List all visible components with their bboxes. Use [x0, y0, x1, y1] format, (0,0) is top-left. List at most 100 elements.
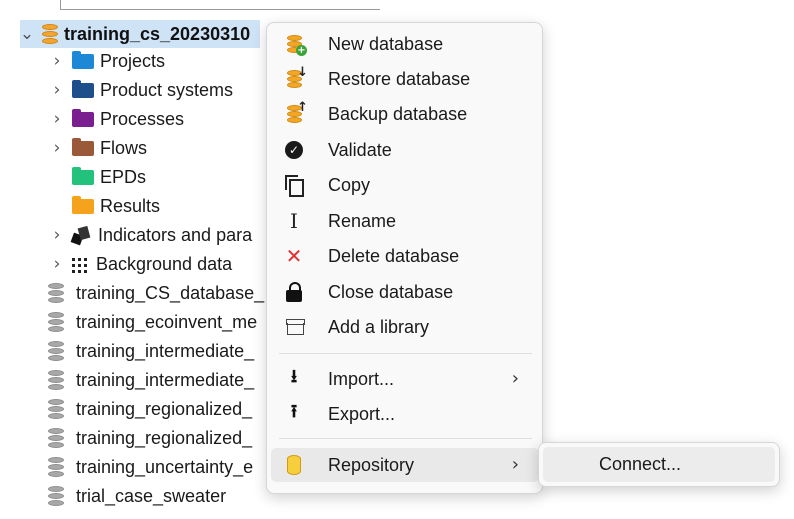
menu-item-label: Restore database — [328, 68, 471, 89]
menu-item-connect[interactable]: Connect... — [543, 447, 775, 482]
database-icon — [48, 428, 64, 448]
database-icon — [42, 24, 58, 44]
folder-icon — [72, 137, 94, 156]
tree-item-label: Processes — [100, 108, 185, 129]
tree-item-database[interactable]: training_intermediate_ — [46, 366, 254, 394]
menu-item-label: Connect... — [599, 454, 682, 474]
menu-item-restore-database[interactable]: ↓ Restore database — [271, 62, 539, 96]
check-circle-icon: ✓ — [283, 139, 305, 161]
menu-item-label: Import... — [328, 368, 395, 389]
archive-icon — [283, 316, 305, 338]
menu-item-label: Delete database — [328, 245, 460, 266]
copy-icon — [283, 174, 305, 197]
chevron-right-icon[interactable]: › — [50, 76, 64, 104]
tree-item-database[interactable]: training_CS_database_ — [46, 279, 264, 307]
database-icon — [48, 312, 64, 332]
database-icon — [48, 457, 64, 477]
tree-item-label: trial_case_sweater — [76, 485, 227, 506]
menu-item-close-database[interactable]: Close database — [271, 275, 539, 309]
tree-item-results[interactable]: Results — [64, 192, 160, 220]
menu-item-delete-database[interactable]: ✕ Delete database — [271, 239, 539, 273]
database-icon — [48, 399, 64, 419]
database-icon — [48, 283, 64, 303]
tree-item-database[interactable]: training_uncertainty_e — [46, 453, 253, 481]
chevron-right-icon[interactable]: › — [50, 134, 64, 162]
menu-item-label: Repository — [328, 454, 415, 475]
tree-item-label: training_CS_database_ — [76, 282, 265, 303]
folder-icon — [72, 166, 94, 185]
tree-item-label: Results — [100, 195, 161, 216]
tree-item-label: Product systems — [100, 79, 234, 100]
menu-item-add-library[interactable]: Add a library — [271, 310, 539, 344]
menu-item-new-database[interactable]: + New database — [271, 27, 539, 61]
context-menu: + New database ↓ Restore database ↑ Back… — [266, 22, 543, 494]
chevron-right-icon[interactable]: › — [50, 47, 64, 75]
tree-item-label: EPDs — [100, 166, 147, 187]
folder-icon — [72, 108, 94, 127]
tree-item-label: Background data — [96, 253, 233, 274]
restore-database-icon: ↓ — [283, 65, 308, 90]
tree-connector-line — [60, 0, 380, 10]
database-icon — [48, 370, 64, 390]
menu-item-copy[interactable]: Copy — [271, 168, 539, 202]
menu-item-import[interactable]: ⭳ Import... › — [271, 362, 539, 396]
chevron-down-icon[interactable]: ⌄ — [20, 20, 34, 48]
tree-item-label: training_regionalized_ — [76, 398, 253, 419]
menu-item-label: New database — [328, 33, 444, 54]
chevron-right-icon[interactable]: › — [50, 250, 64, 278]
import-icon: ⭳ — [290, 366, 298, 387]
new-database-icon: + — [283, 33, 307, 56]
menu-item-label: Backup database — [328, 103, 468, 124]
database-icon — [48, 341, 64, 361]
menu-item-label: Validate — [328, 139, 392, 160]
tree-item-processes[interactable]: › Processes — [50, 105, 184, 133]
menu-item-label: Close database — [328, 281, 454, 302]
menu-item-label: Add a library — [328, 316, 430, 337]
tree-item-label: training_ecoinvent_me — [76, 311, 258, 332]
database-icon — [48, 486, 64, 506]
chevron-right-icon[interactable]: › — [50, 221, 64, 249]
tree-item-label: Indicators and para — [98, 224, 253, 245]
menu-separator — [279, 438, 532, 439]
delete-x-icon: ✕ — [285, 244, 303, 268]
tree-item-database[interactable]: training_intermediate_ — [46, 337, 254, 365]
menu-item-repository[interactable]: Repository › — [271, 448, 539, 482]
menu-item-label: Rename — [328, 210, 397, 231]
lock-icon — [283, 281, 305, 303]
menu-item-rename[interactable]: I Rename — [271, 204, 539, 238]
tree-item-label: training_regionalized_ — [76, 427, 253, 448]
chevron-right-icon[interactable]: › — [50, 105, 64, 133]
menu-item-label: Export... — [328, 403, 396, 424]
menu-item-export[interactable]: ⭱ Export... — [271, 397, 539, 431]
tree-item-background-data[interactable]: › Background data — [50, 250, 233, 278]
tree-item-label: training_cs_20230310 — [64, 23, 251, 44]
tree-item-indicators[interactable]: › Indicators and para — [50, 221, 253, 249]
tree-item-label: Flows — [100, 137, 148, 158]
repository-submenu: Connect... — [538, 442, 780, 487]
tree-item-label: Projects — [100, 50, 166, 71]
background-data-icon — [70, 256, 90, 273]
tree-item-flows[interactable]: › Flows — [50, 134, 147, 162]
menu-item-label: Copy — [328, 174, 371, 195]
menu-item-backup-database[interactable]: ↑ Backup database — [271, 97, 539, 131]
folder-icon — [72, 195, 94, 214]
tree-item-label: training_uncertainty_e — [76, 456, 254, 477]
tree-item-database[interactable]: training_ecoinvent_me — [46, 308, 257, 336]
tree-item-label: training_intermediate_ — [76, 340, 255, 361]
tree-item-projects[interactable]: › Projects — [50, 47, 165, 75]
backup-database-icon: ↑ — [283, 100, 308, 125]
menu-item-validate[interactable]: ✓ Validate — [271, 133, 539, 167]
menu-separator — [279, 353, 532, 354]
tree-item-epds[interactable]: EPDs — [64, 163, 146, 191]
indicators-icon — [70, 226, 92, 244]
tree-item-database[interactable]: training_regionalized_ — [46, 395, 252, 423]
tree-item-database[interactable]: training_regionalized_ — [46, 424, 252, 452]
chevron-right-icon: › — [511, 454, 519, 475]
chevron-right-icon: › — [511, 368, 519, 389]
folder-icon — [72, 50, 94, 69]
tree-item-database[interactable]: trial_case_sweater — [46, 482, 226, 510]
tree-item-selected-database[interactable]: ⌄ training_cs_20230310 — [20, 20, 261, 48]
tree-item-product-systems[interactable]: › Product systems — [50, 76, 233, 104]
export-icon: ⭱ — [290, 401, 298, 422]
folder-icon — [72, 79, 94, 98]
